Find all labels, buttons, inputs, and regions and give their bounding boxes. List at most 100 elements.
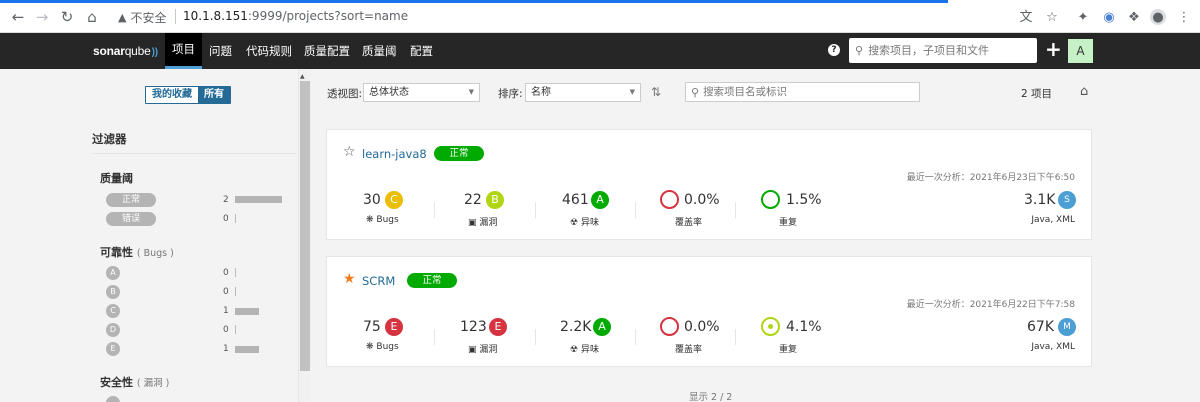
project-card: ★ SCRM 正常 最近一次分析：2021年6月22日下午7:58 75 E ❋…: [326, 256, 1092, 367]
vulns-value: 123: [460, 319, 487, 335]
size-badge: S: [1058, 191, 1076, 209]
nav-rules[interactable]: 代码规则: [239, 33, 299, 69]
facet-bar-empty: [235, 325, 236, 334]
coverage-ring-icon: [660, 317, 679, 336]
nav-quality-gates[interactable]: 质量阈: [355, 33, 404, 69]
vulns-value: 22: [464, 192, 482, 208]
bugs-value: 30: [363, 192, 381, 208]
avatar[interactable]: A: [1068, 39, 1093, 63]
nav-projects[interactable]: 项目: [165, 33, 202, 69]
divider: [434, 329, 435, 345]
facet-reliability-label: 可靠性: [100, 246, 133, 259]
sort-select[interactable]: 名称 ▼: [525, 83, 641, 102]
extensions-puzzle-icon[interactable]: ❖: [1126, 9, 1142, 25]
nav-quality-profiles[interactable]: 质量配置: [297, 33, 357, 69]
facet-count: 0: [223, 214, 229, 224]
perspective-select[interactable]: 总体状态 ▼: [363, 83, 480, 102]
project-name-link[interactable]: SCRM: [362, 274, 395, 288]
facet-rating-d[interactable]: D: [106, 323, 120, 337]
facet-security-rating-a[interactable]: [106, 396, 120, 402]
favorite-star-icon[interactable]: ★: [343, 272, 356, 286]
nav-administration[interactable]: 配置: [403, 33, 440, 69]
rating-badge: C: [385, 191, 403, 209]
status-badge: 正常: [407, 273, 457, 288]
facet-rating-a[interactable]: A: [106, 266, 120, 280]
smells-label: ☢ 异味: [570, 215, 599, 228]
forward-icon[interactable]: →: [33, 8, 51, 26]
rating-badge: E: [489, 318, 507, 336]
global-search-input[interactable]: [868, 44, 1029, 57]
facet-gate-failed[interactable]: 错误: [106, 212, 156, 226]
project-count: 2 项目: [1021, 88, 1053, 100]
browser-menu-icon[interactable]: ⋮: [1176, 9, 1192, 25]
home-icon[interactable]: ⌂: [1080, 84, 1088, 99]
bookmark-star-icon[interactable]: ☆: [1044, 9, 1060, 25]
sidebar-scroll-thumb[interactable]: [300, 81, 310, 371]
project-card: ☆ learn-java8 正常 最近一次分析：2021年6月23日下午6:50…: [326, 129, 1092, 240]
duplication-ring-icon: [761, 190, 780, 209]
facet-count: 1: [223, 344, 229, 354]
nav-issues[interactable]: 问题: [202, 33, 239, 69]
facet-bar-empty: [235, 287, 236, 296]
lock-icon: ▣: [468, 345, 477, 355]
facet-count: 0: [223, 287, 229, 297]
url-host: 10.1.8.151: [183, 9, 248, 23]
divider: [635, 329, 636, 345]
divider: [535, 329, 536, 345]
filter-title: 过滤器: [92, 132, 127, 146]
divider: [434, 202, 435, 218]
toggle-all[interactable]: 所有: [198, 87, 230, 103]
bugs-value: 75: [363, 319, 381, 335]
facet-security-label: 安全性: [100, 376, 133, 389]
project-search-input[interactable]: [703, 86, 904, 98]
divider: [535, 202, 536, 218]
duplication-dot: [768, 324, 773, 329]
toggle-favorites[interactable]: 我的收藏: [146, 87, 198, 103]
dup-label: 重复: [779, 218, 798, 228]
languages: Java, XML: [1031, 215, 1075, 225]
facet-rating-b[interactable]: B: [106, 285, 120, 299]
sort-order-icon[interactable]: ⇅: [651, 85, 661, 99]
profile-icon[interactable]: ●: [1150, 9, 1166, 25]
bugs-label-text: Bugs: [376, 342, 399, 352]
facet-rating-e[interactable]: E: [106, 342, 120, 356]
size-badge: M: [1058, 318, 1076, 336]
address-bar[interactable]: 10.1.8.151:9999/projects?sort=name: [183, 9, 408, 23]
search-icon: ⚲: [691, 85, 700, 99]
security-label: 不安全: [130, 11, 167, 25]
facet-gate-passed[interactable]: 正常: [106, 193, 156, 207]
coverage-label: 覆盖率: [675, 345, 703, 355]
home-browser-icon[interactable]: ⌂: [83, 8, 101, 26]
help-icon[interactable]: ?: [828, 44, 840, 56]
scroll-up-arrow-icon[interactable]: ▲: [300, 73, 305, 80]
security-warning[interactable]: ▲ 不安全: [118, 9, 166, 26]
chevron-down-icon: ▼: [468, 88, 474, 96]
extension-shield-icon[interactable]: ◉: [1101, 9, 1117, 25]
project-search[interactable]: ⚲: [685, 82, 920, 102]
divider: [635, 202, 636, 218]
logo-thin: qube: [124, 44, 151, 58]
vulns-label: ▣ 漏洞: [468, 342, 497, 355]
facet-rating-c[interactable]: C: [106, 304, 120, 318]
favorite-star-icon[interactable]: ☆: [343, 145, 356, 159]
back-icon[interactable]: ←: [9, 8, 27, 26]
languages: Java, XML: [1031, 342, 1075, 352]
size-value: 67K: [1027, 319, 1054, 335]
translate-icon[interactable]: 文: [1018, 9, 1034, 25]
smell-icon: ☢: [570, 345, 579, 355]
last-analysis: 最近一次分析：2021年6月23日下午6:50: [906, 173, 1075, 183]
facet-bar-empty: [235, 214, 236, 223]
facet-count: 0: [223, 325, 229, 335]
extension-bird-icon[interactable]: ✦: [1075, 9, 1091, 25]
facet-count: 0: [223, 268, 229, 278]
create-plus-icon[interactable]: +: [1045, 39, 1062, 60]
sonarqube-logo[interactable]: sonarqube)): [93, 44, 158, 58]
reload-icon[interactable]: ↻: [58, 8, 76, 26]
global-search[interactable]: ⚲: [849, 38, 1037, 63]
facet-security-sub: ( 漏洞 ): [136, 378, 170, 389]
logo-wave-icon: )): [151, 47, 158, 58]
divider: [735, 202, 736, 218]
coverage-ring-icon: [660, 190, 679, 209]
chevron-down-icon: ▼: [629, 88, 635, 96]
project-name-link[interactable]: learn-java8: [362, 147, 427, 161]
